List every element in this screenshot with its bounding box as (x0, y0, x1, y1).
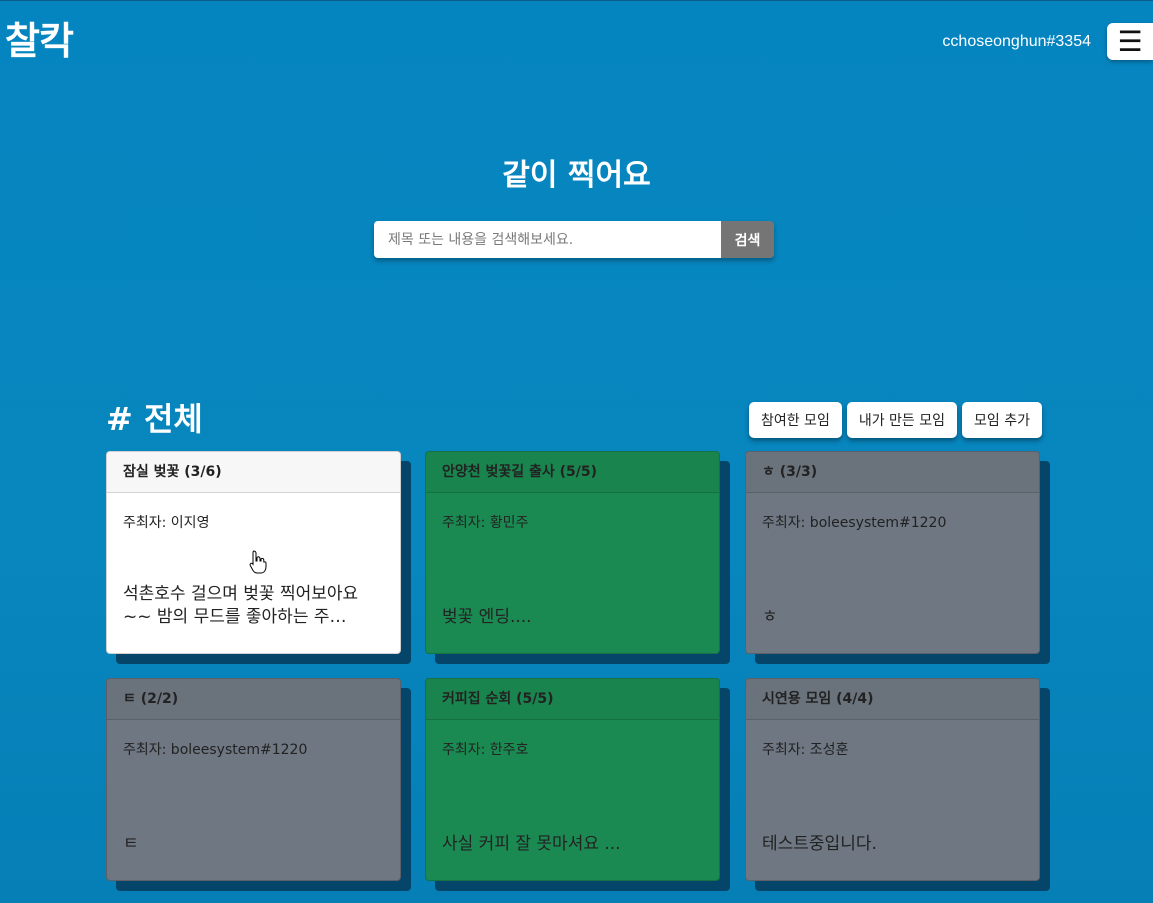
page-title: 같이 찍어요 (502, 158, 651, 193)
card-body[interactable]: ㅎ (3/3) 주최자: boleesystem#1220 ㅎ (745, 451, 1040, 654)
card-description: 벚꽃 엔딩.... (442, 607, 532, 627)
card-description: 사실 커피 잘 못마셔요 ... (442, 834, 621, 854)
my-meetings-button[interactable]: 내가 만든 모임 (846, 402, 958, 438)
hamburger-icon: ☰ (1117, 24, 1143, 58)
card-host: 주최자: 황민주 (442, 515, 529, 531)
card-description: ㅎ (762, 607, 778, 627)
card-body[interactable]: 커피집 순회 (5/5) 주최자: 한주호 사실 커피 잘 못마셔요 ... (425, 678, 720, 881)
card-description: 석촌호수 걸으며 벚꽃 찍어보아요~~ 밤의 무드를 좋아하는 주… (123, 584, 359, 627)
card-host: 주최자: 한주호 (442, 742, 529, 758)
meeting-card[interactable]: ㅎ (3/3) 주최자: boleesystem#1220 ㅎ (745, 451, 1050, 664)
app-logo[interactable]: 찰칵 (5, 10, 74, 65)
hand-cursor-icon (249, 550, 267, 574)
top-border (0, 0, 1153, 1)
meeting-card[interactable]: 시연용 모임 (4/4) 주최자: 조성훈 테스트중입니다. (745, 678, 1050, 891)
card-body[interactable]: ㅌ (2/2) 주최자: boleesystem#1220 ㅌ (106, 678, 401, 881)
card-host: 주최자: 조성훈 (762, 742, 849, 758)
meeting-card[interactable]: 커피집 순회 (5/5) 주최자: 한주호 사실 커피 잘 못마셔요 ... (425, 678, 730, 891)
filter-actions: 참여한 모임 내가 만든 모임 모임 추가 (748, 402, 1042, 438)
card-title: 커피집 순회 (5/5) (426, 679, 719, 720)
card-host: 주최자: boleesystem#1220 (762, 515, 947, 531)
card-description: 테스트중입니다. (762, 834, 877, 854)
card-body[interactable]: 안양천 벚꽃길 출사 (5/5) 주최자: 황민주 벚꽃 엔딩.... (425, 451, 720, 654)
username-label[interactable]: cchoseonghun#3354 (942, 33, 1091, 51)
joined-meetings-button[interactable]: 참여한 모임 (748, 402, 842, 438)
add-meeting-button[interactable]: 모임 추가 (962, 402, 1042, 438)
card-description: ㅌ (123, 834, 139, 854)
meeting-card[interactable]: 안양천 벚꽃길 출사 (5/5) 주최자: 황민주 벚꽃 엔딩.... (425, 451, 730, 664)
card-body[interactable]: 시연용 모임 (4/4) 주최자: 조성훈 테스트중입니다. (745, 678, 1040, 881)
search-input[interactable] (374, 221, 721, 258)
search-bar: 검색 (374, 221, 774, 258)
section-title: # 전체 (106, 400, 203, 438)
card-title: 안양천 벚꽃길 출사 (5/5) (426, 452, 719, 493)
card-title: ㅎ (3/3) (746, 452, 1039, 493)
card-title: 시연용 모임 (4/4) (746, 679, 1039, 720)
search-button[interactable]: 검색 (721, 221, 774, 258)
card-title: 잠실 벚꽃 (3/6) (107, 452, 400, 493)
menu-button[interactable]: ☰ (1107, 23, 1153, 60)
card-title: ㅌ (2/2) (107, 679, 400, 720)
card-host: 주최자: 이지영 (123, 515, 210, 531)
card-host: 주최자: boleesystem#1220 (123, 742, 308, 758)
meeting-card[interactable]: ㅌ (2/2) 주최자: boleesystem#1220 ㅌ (106, 678, 411, 891)
